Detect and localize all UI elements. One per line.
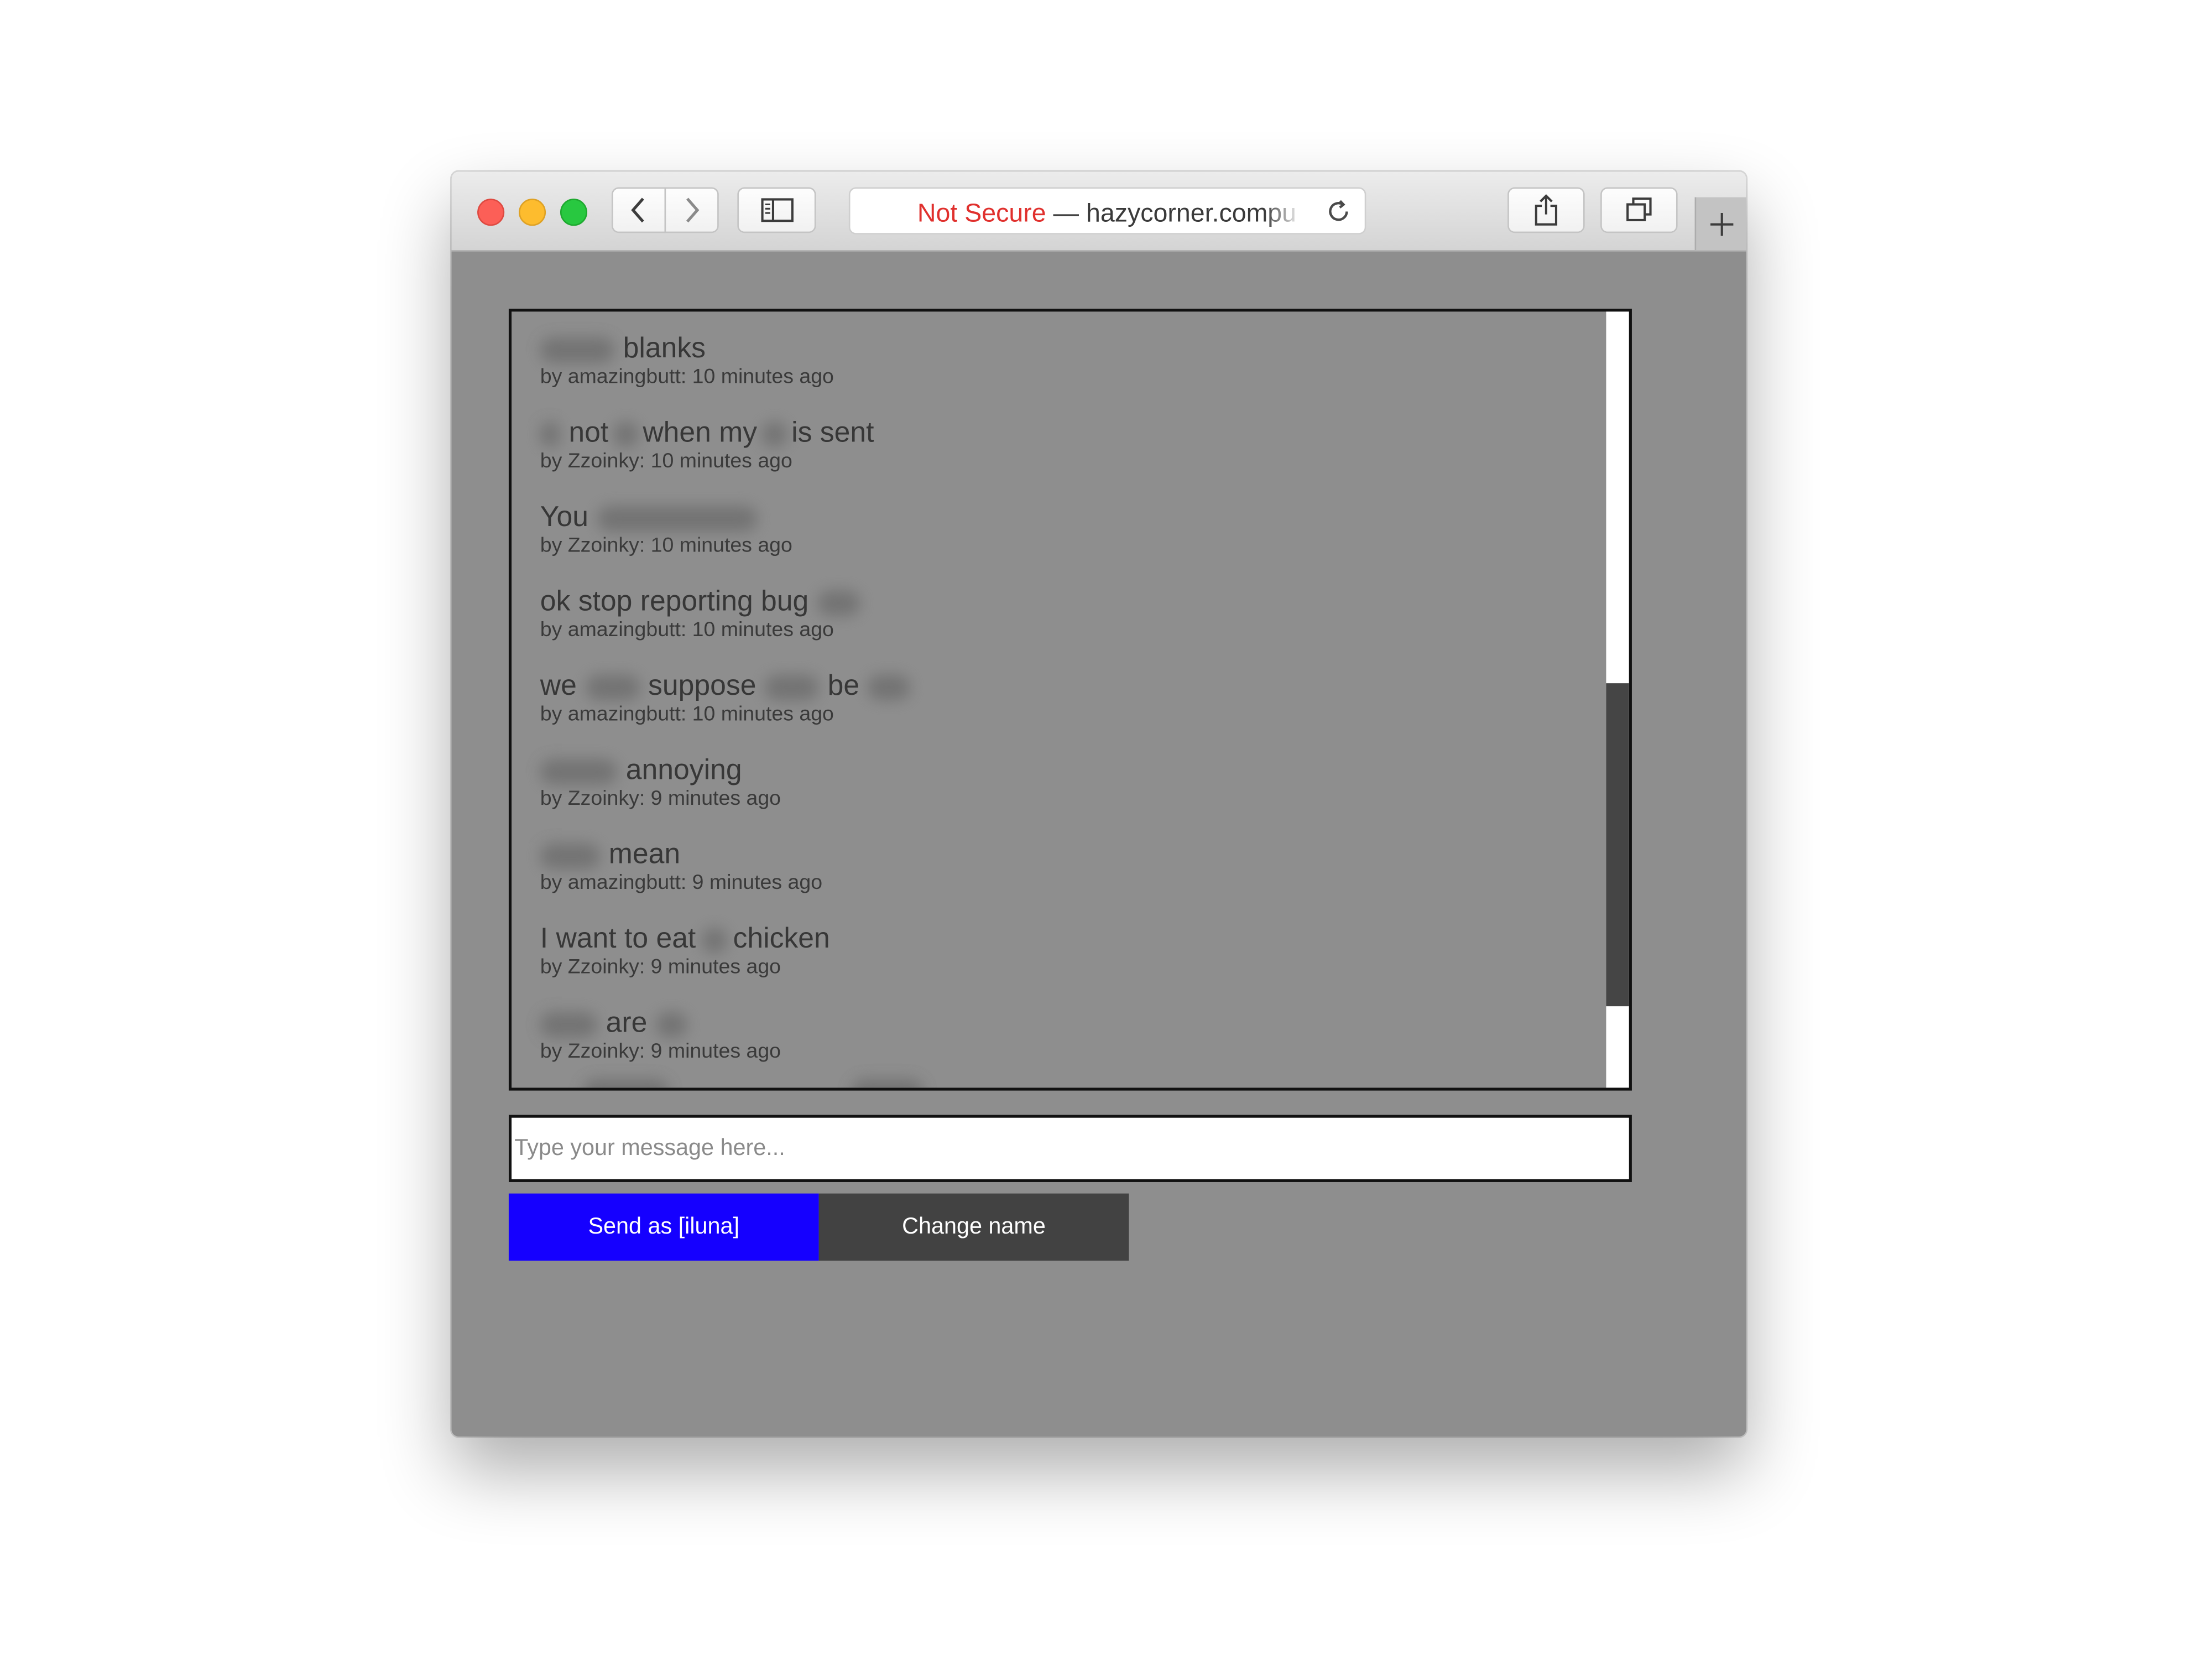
message-text-part: ok stop reporting bug: [540, 586, 809, 618]
redacted-word: [761, 421, 787, 447]
address-bar[interactable]: Not Secure — hazycorner.compu: [848, 187, 1366, 235]
message-text-part: are: [606, 1007, 648, 1039]
message-text: ok stop reporting bug: [540, 585, 860, 619]
back-button[interactable]: [611, 187, 666, 233]
message-text: we suppose be: [540, 669, 911, 703]
send-button[interactable]: Send as [iluna]: [508, 1193, 819, 1261]
minimize-window-icon[interactable]: [518, 199, 546, 226]
message-text: blanks: [540, 331, 834, 366]
redacted-word: [540, 758, 618, 784]
message-text: not when my is sent: [540, 416, 874, 450]
message-meta: by amazingbutt: 10 minutes ago: [540, 366, 834, 389]
redacted-word: [613, 421, 639, 447]
message-text-part: be: [827, 670, 860, 702]
message-text-part: chicken: [733, 923, 830, 955]
message-meta: by amazingbutt: 9 minutes ago: [540, 872, 823, 895]
message-text-part: blanks: [623, 333, 706, 365]
redacted-word: [540, 842, 601, 869]
close-window-icon[interactable]: [477, 199, 505, 226]
message-text: annoying: [540, 753, 781, 788]
chevron-right-icon: [686, 197, 700, 223]
message-meta: by Zzoinky: 10 minutes ago: [540, 534, 792, 558]
redacted-word: [655, 1011, 687, 1038]
redacted-word: [540, 337, 615, 363]
message-text: mean: [540, 837, 822, 872]
plus-icon: [1710, 212, 1734, 236]
change-name-button[interactable]: Change name: [818, 1193, 1129, 1261]
message-text-part: annoying: [625, 754, 742, 787]
forward-button[interactable]: [664, 187, 719, 233]
reload-icon[interactable]: [1324, 197, 1353, 226]
redacted-word: [597, 506, 757, 532]
page-content: blanks by amazingbutt: 10 minutes ago no…: [451, 251, 1746, 1437]
message-text-part: mean: [608, 839, 681, 871]
message-meta: by Zzoinky: 10 minutes ago: [540, 450, 792, 473]
redacted-word: [852, 1079, 924, 1088]
chat-message: we suppose be by amazingbutt: 10 minutes a…: [540, 669, 911, 726]
zoom-window-icon[interactable]: [560, 199, 588, 226]
address-separator: —: [1046, 199, 1087, 227]
redacted-word: [817, 590, 860, 616]
redacted-word: [540, 1011, 598, 1038]
redacted-word: [583, 1079, 669, 1088]
chat-message: annoying by Zzoinky: 9 minutes ago: [540, 753, 781, 810]
message-input[interactable]: [508, 1115, 1632, 1182]
chat-scrollbar-thumb[interactable]: [1606, 683, 1629, 1007]
chat-log[interactable]: blanks by amazingbutt: 10 minutes ago no…: [508, 309, 1632, 1091]
redacted-word: [701, 927, 728, 953]
share-icon: [1535, 194, 1558, 226]
message-meta: by amazingbutt: 10 minutes ago: [540, 618, 834, 642]
redacted-word: [764, 674, 820, 700]
chevron-left-icon: [631, 197, 644, 223]
message-meta: by Zzoinky: 9 minutes ago: [540, 956, 781, 980]
sidebar-icon: [760, 198, 793, 222]
share-button[interactable]: [1507, 187, 1585, 233]
message-text: You: [540, 500, 792, 534]
chat-message: not when my is sent by Zzoinky: 10 minutes…: [540, 416, 874, 473]
redacted-word: [540, 421, 560, 447]
chat-message: blanks by amazingbutt: 10 minutes ago: [540, 331, 834, 389]
redacted-word: [585, 674, 640, 700]
chat-message: mean by amazingbutt: 9 minutes ago: [540, 837, 823, 895]
message-text-part: when my: [643, 417, 758, 449]
redacted-word: [868, 674, 911, 700]
message-text: I want to eat chicken: [540, 922, 830, 956]
message-meta: by amazingbutt: 10 minutes ago: [540, 703, 834, 726]
message-text-part: suppose: [648, 670, 757, 702]
message-text-part: not: [568, 417, 609, 449]
message-text-part: is sent: [791, 417, 874, 449]
message-text-part: You: [540, 501, 588, 533]
new-tab-button[interactable]: [1694, 197, 1746, 251]
tabs-overview-button[interactable]: [1600, 187, 1678, 233]
message-text-part: we: [540, 670, 577, 702]
sidebar-toggle-button[interactable]: [737, 187, 816, 233]
chat-message: are by Zzoinky: 9 minutes ago: [540, 1006, 781, 1063]
tabs-overview-icon: [1626, 197, 1652, 222]
message-meta: by Zzoinky: 9 minutes ago: [540, 1040, 781, 1064]
chat-message: ok stop reporting bug by amazingbutt: 10…: [540, 585, 860, 642]
message-meta: by Zzoinky: 9 minutes ago: [540, 787, 781, 811]
screenshot-stage: Not Secure — hazycorner.compu blanks by …: [0, 0, 2212, 1659]
chat-message: I want to eat chicken by Zzoinky: 9 minut…: [540, 922, 830, 979]
address-fade: [1264, 192, 1302, 231]
browser-window: Not Secure — hazycorner.compu blanks by …: [451, 171, 1746, 1437]
message-text-part: I want to eat: [540, 923, 696, 955]
message-text: are: [540, 1006, 781, 1040]
browser-toolbar: Not Secure — hazycorner.compu: [451, 171, 1746, 252]
address-text: Not Secure — hazycorner.compu: [917, 199, 1296, 227]
chat-message: You by Zzoinky: 10 minutes ago: [540, 500, 792, 558]
not-secure-label: Not Secure: [917, 199, 1046, 227]
